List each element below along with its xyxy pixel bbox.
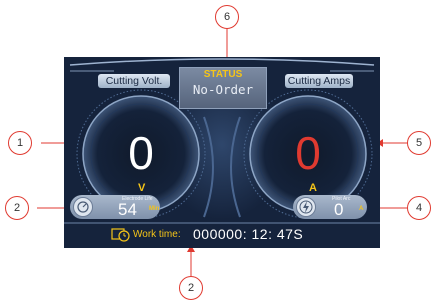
pilot-arc-unit: A	[359, 206, 364, 212]
work-time-label: Work time:	[133, 229, 181, 240]
device-screen: Cutting Volt. Cutting Amps STATUS 0 No-O…	[64, 57, 380, 248]
cutting-amps-label: Cutting Amps	[285, 74, 353, 88]
status-panel: STATUS 0 No-Order	[179, 67, 267, 109]
callout-2-left: 2	[5, 196, 29, 220]
cutting-volt-label: Cutting Volt.	[98, 74, 170, 88]
status-title: STATUS	[203, 69, 243, 80]
callout-5: 5	[407, 131, 431, 155]
amps-unit: A	[309, 182, 317, 194]
electrode-life-value: 54	[118, 200, 137, 219]
callout-4: 4	[407, 196, 431, 220]
status-text: No-Order	[192, 82, 254, 97]
annotated-screenshot: 1 2 2 4 5 6 Cutting Volt. Cutting Amps S…	[0, 0, 431, 302]
callout-6: 6	[215, 5, 239, 29]
amps-value: 0	[295, 127, 321, 179]
clock-icon	[111, 228, 130, 242]
callout-2-bottom: 2	[179, 276, 203, 300]
pilot-arc-value: 0	[334, 200, 344, 219]
electrode-life-unit: Min	[149, 206, 160, 212]
voltage-unit: V	[138, 182, 146, 194]
electrode-life-panel: Electrode Life 54 Min	[70, 195, 160, 219]
bolt-icon	[296, 197, 316, 217]
pilot-arc-panel: Pilot Arc 0 A	[293, 195, 367, 219]
callout-1: 1	[8, 131, 32, 155]
gauge-icon	[73, 197, 93, 217]
voltage-value: 0	[128, 127, 154, 179]
work-time-value: 000000: 12: 47S	[193, 226, 304, 242]
